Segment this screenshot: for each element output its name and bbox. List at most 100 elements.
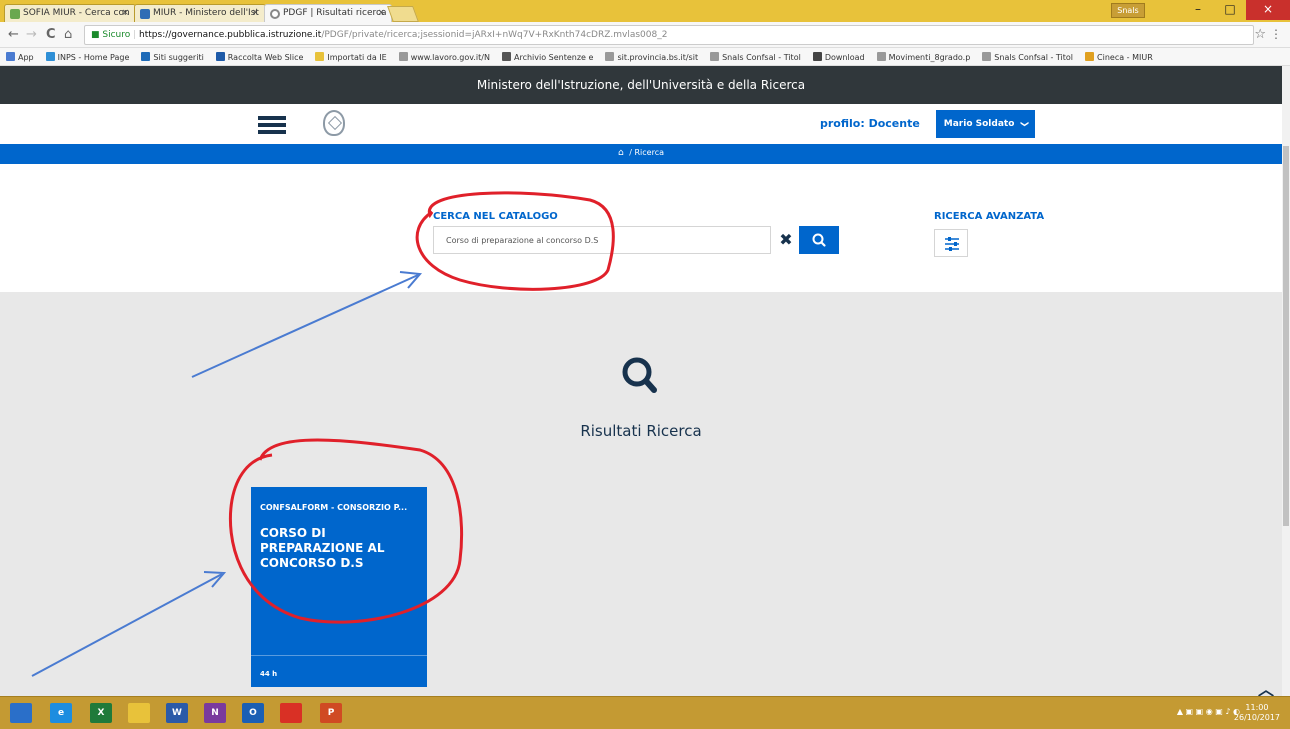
search-icon: [812, 233, 826, 247]
catalog-search-label: CERCA NEL CATALOGO: [433, 211, 558, 222]
window-controls: – □ ×: [1182, 0, 1290, 22]
site-header: profilo: Docente Mario Soldato ❯: [0, 104, 1282, 144]
taskbar-word-icon[interactable]: W: [166, 703, 188, 723]
tab-favicon: [270, 9, 280, 19]
browser-tab-sofia[interactable]: SOFIA MIUR - Cerca con ×: [4, 4, 136, 22]
bookmark-icon: [501, 52, 511, 61]
page-scrollbar[interactable]: [1282, 66, 1290, 696]
bookmark-item[interactable]: Download: [812, 52, 865, 62]
bookmark-item[interactable]: Cineca - MIUR: [1085, 52, 1153, 62]
page-viewport: Ministero dell'Istruzione, dell'Universi…: [0, 66, 1282, 696]
results-title: Risultati Ricerca: [580, 422, 702, 440]
advanced-search-button[interactable]: [934, 229, 968, 257]
card-title[interactable]: CORSO DI PREPARAZIONE AL CONCORSO D.S: [260, 526, 418, 571]
close-window-button[interactable]: ×: [1246, 0, 1290, 20]
taskbar-outlook-icon[interactable]: O: [242, 703, 264, 723]
secure-label: Sicuro: [102, 30, 131, 40]
tab-close-icon[interactable]: ×: [121, 8, 129, 18]
tab-favicon: [10, 9, 20, 19]
browser-user-chip[interactable]: Snals: [1111, 3, 1145, 18]
breadcrumb: ⌂ / Ricerca: [0, 144, 1282, 164]
reload-icon[interactable]: C: [46, 27, 56, 42]
bookmark-star-icon[interactable]: ☆: [1254, 27, 1266, 42]
bookmark-item[interactable]: Archivio Sentenze e: [501, 52, 594, 62]
breadcrumb-home-icon[interactable]: ⌂: [618, 148, 624, 158]
ministry-top-band: Ministero dell'Istruzione, dell'Universi…: [0, 66, 1282, 104]
chevron-down-icon: ❯: [1019, 120, 1029, 128]
bookmark-item[interactable]: INPS - Home Page: [45, 52, 130, 62]
search-section: CERCA NEL CATALOGO Corso di preparazione…: [0, 164, 1282, 292]
taskbar-chrome-icon[interactable]: [280, 703, 302, 723]
hamburger-menu-icon[interactable]: [258, 116, 286, 134]
browser-tab-miur[interactable]: MIUR - Ministero dell'Ist ×: [134, 4, 266, 22]
italian-republic-emblem-icon[interactable]: [323, 110, 345, 136]
system-tray[interactable]: ▲ ▣ ▣ ◉ ▣ ♪ ◐: [1177, 707, 1240, 716]
forward-arrow-icon[interactable]: →: [26, 27, 37, 42]
bookmarks-bar: App INPS - Home Page Siti suggeriti Raccolt…: [0, 48, 1290, 66]
new-tab-button[interactable]: [387, 6, 419, 22]
bookmark-label: Cineca - MIUR: [1097, 53, 1153, 62]
bookmark-icon: [812, 52, 822, 61]
browser-tab-strip: SOFIA MIUR - Cerca con × MIUR - Minister…: [0, 0, 1290, 22]
bookmark-icon: [710, 52, 720, 61]
result-card[interactable]: CONFSALFORM - CONSORZIO P... CORSO DI PR…: [251, 487, 427, 687]
browser-menu-icon[interactable]: ⋮: [1270, 27, 1282, 41]
bookmark-label: Archivio Sentenze e: [513, 53, 594, 62]
taskbar-onenote-icon[interactable]: N: [204, 703, 226, 723]
advanced-search-label: RICERCA AVANZATA: [934, 211, 1045, 222]
system-clock[interactable]: 11:00 26/10/2017: [1234, 703, 1280, 723]
bookmark-item[interactable]: Snals Confsal - Titol: [982, 52, 1073, 62]
bookmark-item[interactable]: Importati da IE: [315, 52, 387, 62]
bookmark-icon: [876, 52, 886, 61]
address-bar-row: ← → C ⌂ ■ Sicuro | https://governance.pu…: [0, 22, 1290, 48]
bookmark-icon: [45, 52, 55, 61]
bookmark-item[interactable]: sit.provincia.bs.it/sit: [605, 52, 698, 62]
tab-title: PDGF | Risultati ricerca: [283, 8, 387, 18]
bookmark-item[interactable]: Movimenti_8grado.p: [876, 52, 971, 62]
bookmark-label: Siti suggeriti: [153, 53, 204, 62]
taskbar-excel-icon[interactable]: X: [90, 703, 112, 723]
scrollbar-thumb[interactable]: [1283, 146, 1289, 526]
tab-close-icon[interactable]: ×: [377, 8, 385, 18]
maximize-button[interactable]: □: [1214, 0, 1246, 20]
back-arrow-icon[interactable]: ←: [8, 27, 19, 42]
bookmark-label: Movimenti_8grado.p: [888, 53, 971, 62]
bookmark-icon: [215, 52, 225, 61]
bookmark-item[interactable]: Snals Confsal - Titol: [710, 52, 801, 62]
url-host: https://governance.pubblica.istruzione.i…: [139, 30, 322, 40]
user-menu-button[interactable]: Mario Soldato ❯: [936, 110, 1035, 138]
bookmark-label: Snals Confsal - Titol: [994, 53, 1074, 62]
bookmark-label: sit.provincia.bs.it/sit: [617, 53, 699, 62]
scroll-to-top-icon[interactable]: ︿: [1258, 676, 1274, 696]
minimize-button[interactable]: –: [1182, 0, 1214, 20]
bookmark-label: App: [18, 53, 34, 62]
bookmark-item[interactable]: Siti suggeriti: [141, 52, 204, 62]
bookmark-icon: [315, 52, 325, 61]
bookmark-item[interactable]: Raccolta Web Slice: [215, 52, 304, 62]
address-bar[interactable]: ■ Sicuro | https://governance.pubblica.i…: [84, 25, 1254, 45]
tab-title: SOFIA MIUR - Cerca con: [23, 8, 130, 18]
taskbar-ie-icon[interactable]: e: [50, 703, 72, 723]
bookmark-item[interactable]: www.lavoro.gov.it/N: [398, 52, 490, 62]
taskbar-explorer-icon[interactable]: [128, 703, 150, 723]
taskbar-powerpoint-icon[interactable]: P: [320, 703, 342, 723]
clock-time: 11:00: [1245, 703, 1269, 712]
catalog-search-input[interactable]: Corso di preparazione al concorso D.S: [433, 226, 771, 254]
bookmark-label: INPS - Home Page: [57, 53, 130, 62]
windows-taskbar: ▲ ▣ ▣ ◉ ▣ ♪ ◐ 11:00 26/10/2017 eX WNO P: [0, 696, 1290, 729]
bookmark-icon: [1085, 52, 1095, 61]
breadcrumb-separator: /: [629, 148, 632, 157]
taskbar-windows-start-icon[interactable]: [10, 703, 32, 723]
browser-tab-pdgf[interactable]: PDGF | Risultati ricerca ×: [264, 4, 392, 22]
bookmark-label: Raccolta Web Slice: [227, 53, 304, 62]
bookmark-label: Snals Confsal - Titol: [722, 53, 801, 62]
search-button[interactable]: [799, 226, 839, 254]
tab-close-icon[interactable]: ×: [251, 8, 259, 18]
bookmark-icon: [982, 52, 992, 61]
breadcrumb-current: Ricerca: [634, 148, 665, 157]
bookmark-item[interactable]: App: [6, 52, 34, 62]
tab-title: MIUR - Ministero dell'Ist: [153, 8, 259, 18]
home-icon[interactable]: ⌂: [64, 27, 72, 42]
clear-search-icon[interactable]: ✖: [773, 226, 799, 254]
bookmark-label: www.lavoro.gov.it/N: [410, 53, 490, 62]
